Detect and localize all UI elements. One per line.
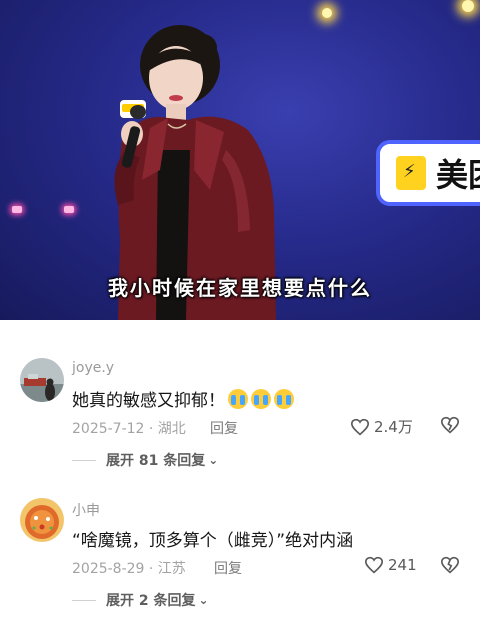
heart-icon (364, 556, 384, 574)
heart-icon (350, 418, 370, 435)
reply-button[interactable]: 回复 (210, 418, 238, 438)
video-subtitle: 我小时候在家里想要点什么 (108, 276, 372, 300)
crying-face-icon (251, 389, 271, 409)
comment-item: joye.y 她真的敏感又抑郁！ 2025-7-12 · 湖北 回复 2.4万 … (0, 320, 480, 480)
comment-meta: 2025-8-29 · 江苏 (72, 561, 186, 577)
chevron-down-icon: ⌄ (198, 593, 209, 607)
divider (72, 459, 96, 461)
like-button[interactable]: 241 (364, 556, 417, 574)
like-count: 2.4万 (374, 418, 413, 436)
dislike-button[interactable] (440, 416, 460, 438)
comment-text: “啥魔镜，顶多算个（雌竞）”绝对内涵 (72, 531, 354, 551)
expand-replies-button[interactable]: 展开 2 条回复 ⌄ (72, 590, 209, 610)
comment-text: 她真的敏感又抑郁！ (72, 386, 294, 411)
dislike-button[interactable] (440, 556, 460, 578)
comment-text-content: 她真的敏感又抑郁！ (72, 391, 225, 411)
avatar[interactable] (20, 498, 64, 542)
comment-item: 小申 “啥魔镜，顶多算个（雌竞）”绝对内涵 2025-8-29 · 江苏 回复 … (0, 480, 480, 640)
broken-heart-icon (440, 556, 460, 574)
like-button[interactable]: 2.4万 (350, 416, 413, 437)
broken-heart-icon (440, 416, 460, 434)
divider (72, 599, 96, 601)
comment-meta: 2025-7-12 · 湖北 (72, 421, 186, 437)
reply-button[interactable]: 回复 (214, 558, 242, 578)
comment-username[interactable]: joye.y (72, 360, 114, 376)
chevron-down-icon: ⌄ (208, 453, 219, 467)
crying-face-icon (228, 389, 248, 409)
crying-face-icon (274, 389, 294, 409)
expand-replies-button[interactable]: 展开 81 条回复 ⌄ (72, 450, 218, 470)
comment-username[interactable]: 小申 (72, 500, 100, 520)
like-count: 241 (388, 556, 417, 574)
expand-replies-label: 展开 2 条回复 (106, 593, 196, 609)
video-player[interactable]: 美团 我小时候在家里想要点什么 (0, 0, 480, 320)
expand-replies-label: 展开 81 条回复 (106, 453, 206, 469)
avatar[interactable] (20, 358, 64, 402)
